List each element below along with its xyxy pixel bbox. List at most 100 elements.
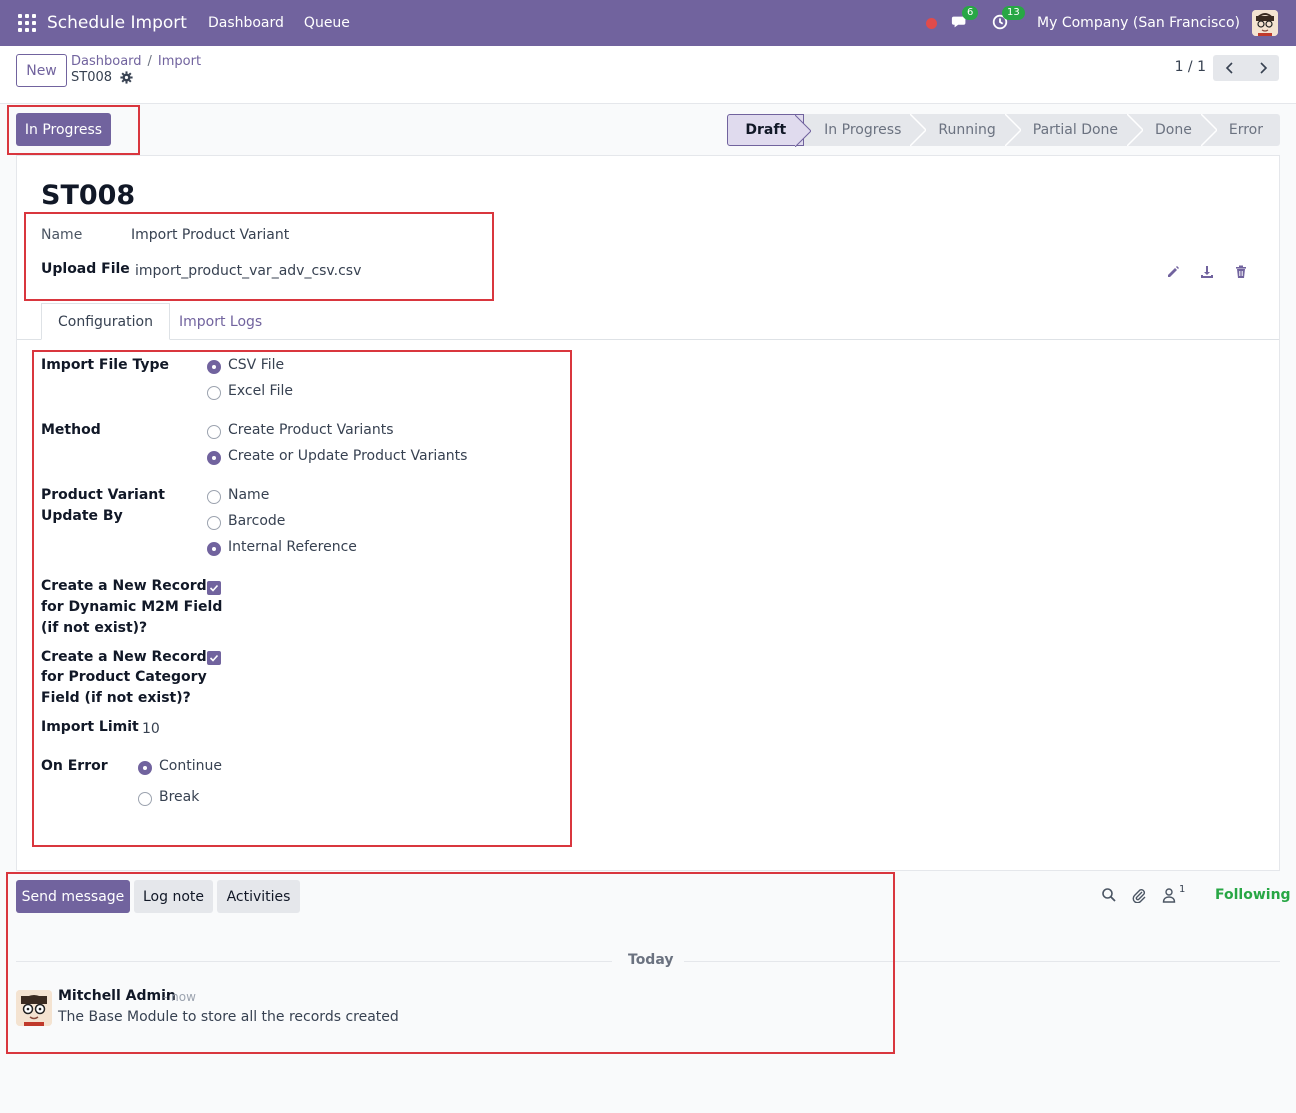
- pager-previous-button[interactable]: [1213, 55, 1246, 81]
- apps-menu-icon[interactable]: [18, 14, 36, 32]
- method-label: Method: [41, 422, 101, 438]
- radio-update-by-name[interactable]: [207, 490, 221, 504]
- tab-import-logs[interactable]: Import Logs: [163, 303, 278, 340]
- m2m-label-line2: for Dynamic M2M Field: [41, 599, 223, 615]
- category-label-line2: for Product Category: [41, 669, 207, 685]
- stage-draft[interactable]: Draft: [727, 114, 812, 147]
- radio-on-error-break[interactable]: [138, 792, 152, 806]
- stage-done[interactable]: Done: [1135, 114, 1217, 146]
- breadcrumb-import[interactable]: Import: [158, 54, 201, 69]
- chatter-tools: 1: [1101, 883, 1186, 903]
- recording-indicator-icon[interactable]: [926, 17, 938, 29]
- import-limit-label: Import Limit: [41, 719, 139, 735]
- activities-clock-icon[interactable]: 13: [991, 6, 1025, 33]
- nav-link-dashboard[interactable]: Dashboard: [208, 15, 284, 31]
- message-time: - now: [163, 990, 196, 1004]
- log-note-button[interactable]: Log note: [134, 880, 213, 913]
- stage-running[interactable]: Running: [918, 114, 1021, 146]
- checkmark-icon: [209, 654, 219, 662]
- radio-excel-file[interactable]: [207, 386, 221, 400]
- date-separator-line: [16, 961, 612, 962]
- gear-icon[interactable]: [120, 71, 133, 84]
- app-title[interactable]: Schedule Import: [47, 13, 187, 33]
- message-author[interactable]: Mitchell Admin: [58, 988, 176, 1004]
- send-message-button[interactable]: Send message: [16, 880, 130, 913]
- stage-label: In Progress: [824, 122, 902, 138]
- user-avatar[interactable]: [1252, 10, 1278, 36]
- form-tabs: Configuration Import Logs: [17, 303, 1279, 340]
- category-label-line1: Create a New Record: [41, 649, 207, 665]
- option-create-variants[interactable]: Create Product Variants: [228, 422, 394, 438]
- edit-pencil-icon[interactable]: [1165, 264, 1181, 280]
- file-actions: [1165, 264, 1249, 280]
- radio-update-by-barcode[interactable]: [207, 516, 221, 530]
- breadcrumb-dashboard[interactable]: Dashboard: [71, 54, 142, 69]
- stage-label: Partial Done: [1032, 122, 1119, 138]
- top-navbar: Schedule Import Dashboard Queue 6 13 My …: [0, 0, 1296, 46]
- messages-icon[interactable]: 6: [951, 6, 979, 33]
- stage-label: Error: [1228, 122, 1263, 138]
- category-label-line3: Field (if not exist)?: [41, 690, 191, 706]
- name-label: Name: [41, 227, 83, 243]
- chevron-left-icon: [1225, 62, 1233, 74]
- new-button[interactable]: New: [16, 54, 67, 87]
- in-progress-button[interactable]: In Progress: [16, 113, 111, 146]
- stage-pipeline: Draft In Progress Running Partial Done D…: [727, 114, 1280, 147]
- option-update-by-name[interactable]: Name: [228, 487, 269, 503]
- messages-badge: 6: [962, 6, 979, 20]
- tab-configuration[interactable]: Configuration: [41, 303, 170, 340]
- stage-in-progress[interactable]: In Progress: [804, 114, 927, 146]
- stage-label: Draft: [745, 122, 787, 138]
- option-excel-file[interactable]: Excel File: [228, 383, 293, 399]
- option-on-error-break[interactable]: Break: [159, 789, 199, 805]
- category-checkbox[interactable]: [207, 651, 221, 665]
- upload-file-value[interactable]: import_product_var_adv_csv.csv: [135, 263, 361, 279]
- control-panel: New Dashboard / Import ST008 1 / 1: [0, 46, 1296, 104]
- breadcrumb-record: ST008: [71, 70, 133, 85]
- nav-link-queue[interactable]: Queue: [304, 15, 350, 31]
- m2m-label-line3: (if not exist)?: [41, 620, 148, 636]
- import-limit-input[interactable]: 10: [142, 721, 160, 737]
- option-update-by-barcode[interactable]: Barcode: [228, 513, 285, 529]
- option-create-or-update-variants[interactable]: Create or Update Product Variants: [228, 448, 467, 464]
- stage-label: Done: [1155, 122, 1192, 138]
- followers-user-icon[interactable]: [1161, 887, 1177, 903]
- message-author-avatar[interactable]: [16, 990, 52, 1026]
- radio-create-or-update-variants[interactable]: [207, 451, 221, 465]
- activities-button[interactable]: Activities: [217, 880, 300, 913]
- radio-update-by-internal-reference[interactable]: [207, 542, 221, 556]
- followers-count: 1: [1179, 883, 1186, 895]
- upload-file-label: Upload File: [41, 261, 130, 277]
- import-file-type-label: Import File Type: [41, 357, 169, 373]
- chevron-right-icon: [1259, 62, 1267, 74]
- update-by-label-line2: Update By: [41, 508, 123, 524]
- delete-trash-icon[interactable]: [1233, 264, 1249, 280]
- m2m-checkbox[interactable]: [207, 581, 221, 595]
- following-button[interactable]: Following: [1215, 887, 1291, 903]
- m2m-label-line1: Create a New Record: [41, 578, 207, 594]
- paperclip-icon[interactable]: [1131, 887, 1147, 903]
- option-update-by-internal-reference[interactable]: Internal Reference: [228, 539, 357, 555]
- pager-next-button[interactable]: [1246, 55, 1279, 81]
- stage-label: Running: [938, 122, 996, 138]
- download-icon[interactable]: [1199, 264, 1215, 280]
- breadcrumb: Dashboard / Import: [71, 54, 202, 69]
- search-icon[interactable]: [1101, 887, 1117, 903]
- form-sheet: ST008 Name Import Product Variant Upload…: [16, 155, 1280, 871]
- option-csv-file[interactable]: CSV File: [228, 357, 284, 373]
- company-switcher[interactable]: My Company (San Francisco): [1037, 15, 1240, 31]
- status-bar: In Progress Draft In Progress Running Pa…: [0, 105, 1296, 155]
- radio-create-variants[interactable]: [207, 425, 221, 439]
- option-on-error-continue[interactable]: Continue: [159, 758, 222, 774]
- date-separator: Today: [628, 952, 674, 968]
- stage-error[interactable]: Error: [1208, 114, 1280, 146]
- message-body: The Base Module to store all the records…: [58, 1009, 399, 1025]
- record-name-label: ST008: [71, 70, 113, 85]
- pager-value[interactable]: 1 / 1: [1175, 59, 1206, 75]
- stage-partial-done[interactable]: Partial Done: [1012, 114, 1144, 146]
- radio-on-error-continue[interactable]: [138, 761, 152, 775]
- on-error-label: On Error: [41, 758, 108, 774]
- radio-csv-file[interactable]: [207, 360, 221, 374]
- name-value[interactable]: Import Product Variant: [131, 227, 289, 243]
- activities-badge: 13: [1002, 6, 1025, 20]
